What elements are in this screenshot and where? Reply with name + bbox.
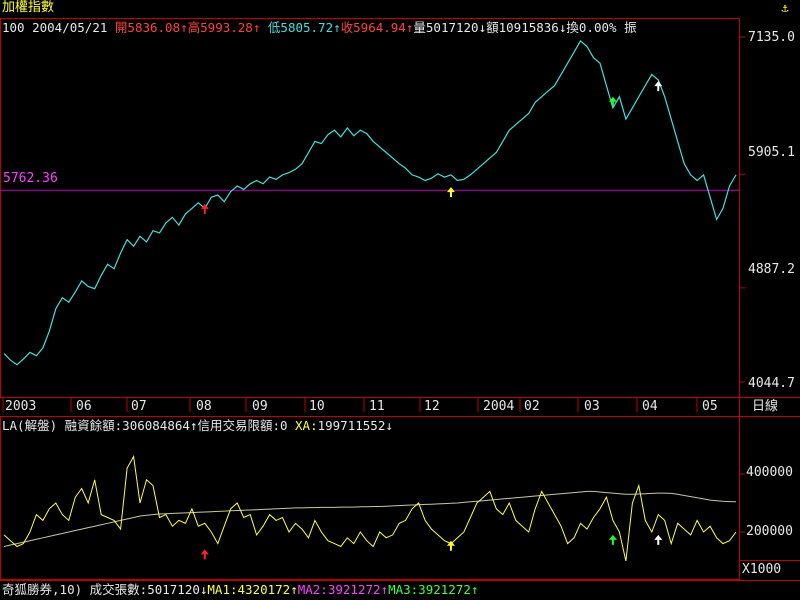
indicator-tick-label: 200000 [746, 524, 793, 539]
source-label: 奇狐勝券 [2, 582, 53, 597]
xa-arrow: ↓ [385, 418, 393, 433]
high-value: 5993.28 [200, 20, 253, 35]
signal-markers [200, 81, 663, 560]
close-label: 收 [340, 20, 354, 35]
volume-count-value: 5017120 [147, 582, 200, 597]
footer-info-line: 奇狐勝券,10) 成交張數:5017120↓MA1:4320172↑MA2:39… [2, 583, 478, 597]
volume-value: 5017120 [425, 20, 479, 35]
stock-code: 100 [2, 20, 25, 35]
period-selector[interactable]: 日線 [752, 400, 778, 414]
ma1-arrow: ↑ [290, 582, 298, 597]
reference-line-label: 5762.36 [3, 171, 58, 186]
up-arrow-marker [654, 81, 663, 92]
time-label: 02 [524, 399, 540, 414]
open-label: 開 [114, 20, 128, 35]
price-tick-label: 7135.0 [748, 30, 795, 45]
indicator-panel-frame [0, 416, 740, 580]
indicator-name[interactable]: LA(解盤) [2, 418, 57, 433]
price-tick-label: 4887.2 [748, 262, 795, 277]
ma2-value: 3921272 [327, 582, 381, 597]
amount-value: 10915836 [498, 20, 559, 35]
high-arrow: ↑ [252, 20, 261, 35]
anchor-icon[interactable]: ⚓ [781, 1, 789, 15]
volume-count-label: 成交張數: [89, 582, 148, 597]
ma2-label: MA2: [297, 582, 328, 597]
ma3-label: MA3: [388, 582, 419, 597]
low-label: 低 [267, 20, 281, 35]
price-panel-frame [0, 18, 740, 398]
time-label: 11 [369, 399, 385, 414]
ma3-arrow: ↑ [470, 582, 479, 597]
time-label: 09 [252, 399, 268, 414]
ma2-arrow: ↑ [380, 582, 389, 597]
margin-value: 306084864 [122, 418, 190, 433]
margin-label: 融資餘額: [64, 418, 123, 433]
xa-value: 199711552 [317, 418, 386, 433]
time-label: 2004 [483, 399, 515, 414]
time-label: 08 [196, 399, 212, 414]
ma1-label: MA1: [207, 582, 238, 597]
ma3-value: 3921272 [418, 582, 471, 597]
time-label: 07 [131, 399, 147, 414]
xa-series-line [3, 490, 737, 547]
quote-date: 2004/05/21 [32, 20, 108, 35]
quote-info-line: 100 2004/05/21 開5836.08↑高5993.28↑ 低5805.… [2, 21, 637, 35]
credit-label: 信用交易限額: [197, 418, 280, 433]
low-value: 5805.72 [280, 20, 334, 35]
turnover-value: 0.00% [578, 20, 617, 35]
price-series-line [3, 39, 737, 366]
indicator-info-line: LA(解盤) 融資餘額:306084864↑信用交易限額:0 XA:199711… [2, 419, 393, 433]
low-arrow: ↑ [333, 20, 341, 35]
margin-series-line [3, 455, 737, 562]
ma1-value: 4320172 [237, 582, 291, 597]
up-arrow-marker [200, 549, 209, 560]
amplitude-label: 振 [624, 20, 637, 35]
amount-label: 額 [486, 20, 499, 35]
volume-arrow: ↓ [478, 20, 487, 35]
time-label: 2003 [5, 399, 37, 414]
turnover-label: 換 [566, 20, 579, 35]
up-arrow-marker [654, 534, 663, 545]
up-arrow-marker [608, 534, 617, 545]
time-label: 12 [424, 399, 440, 414]
credit-value: 0 [279, 418, 288, 433]
time-label: 03 [584, 399, 600, 414]
xa-label: XA: [295, 418, 318, 433]
high-label: 高 [187, 20, 201, 35]
time-label: 05 [702, 399, 718, 414]
open-arrow: ↑ [180, 20, 188, 35]
volume-label: 量 [413, 20, 426, 35]
time-label: 06 [76, 399, 92, 414]
price-tick-label: 4044.7 [748, 376, 795, 391]
close-value: 5964.94 [353, 20, 406, 35]
up-arrow-marker [446, 187, 455, 198]
indicator-tick-label: 400000 [746, 465, 793, 480]
param-label: ,10) [52, 582, 83, 597]
price-tick-label: 5905.1 [748, 145, 795, 160]
time-label: 04 [642, 399, 658, 414]
time-label: 10 [309, 399, 325, 414]
unit-label: X1000 [742, 562, 782, 577]
chart-stage: ⚓ [0, 1, 800, 581]
page-title: 加權指數 [2, 0, 55, 15]
open-value: 5836.08 [127, 20, 181, 35]
